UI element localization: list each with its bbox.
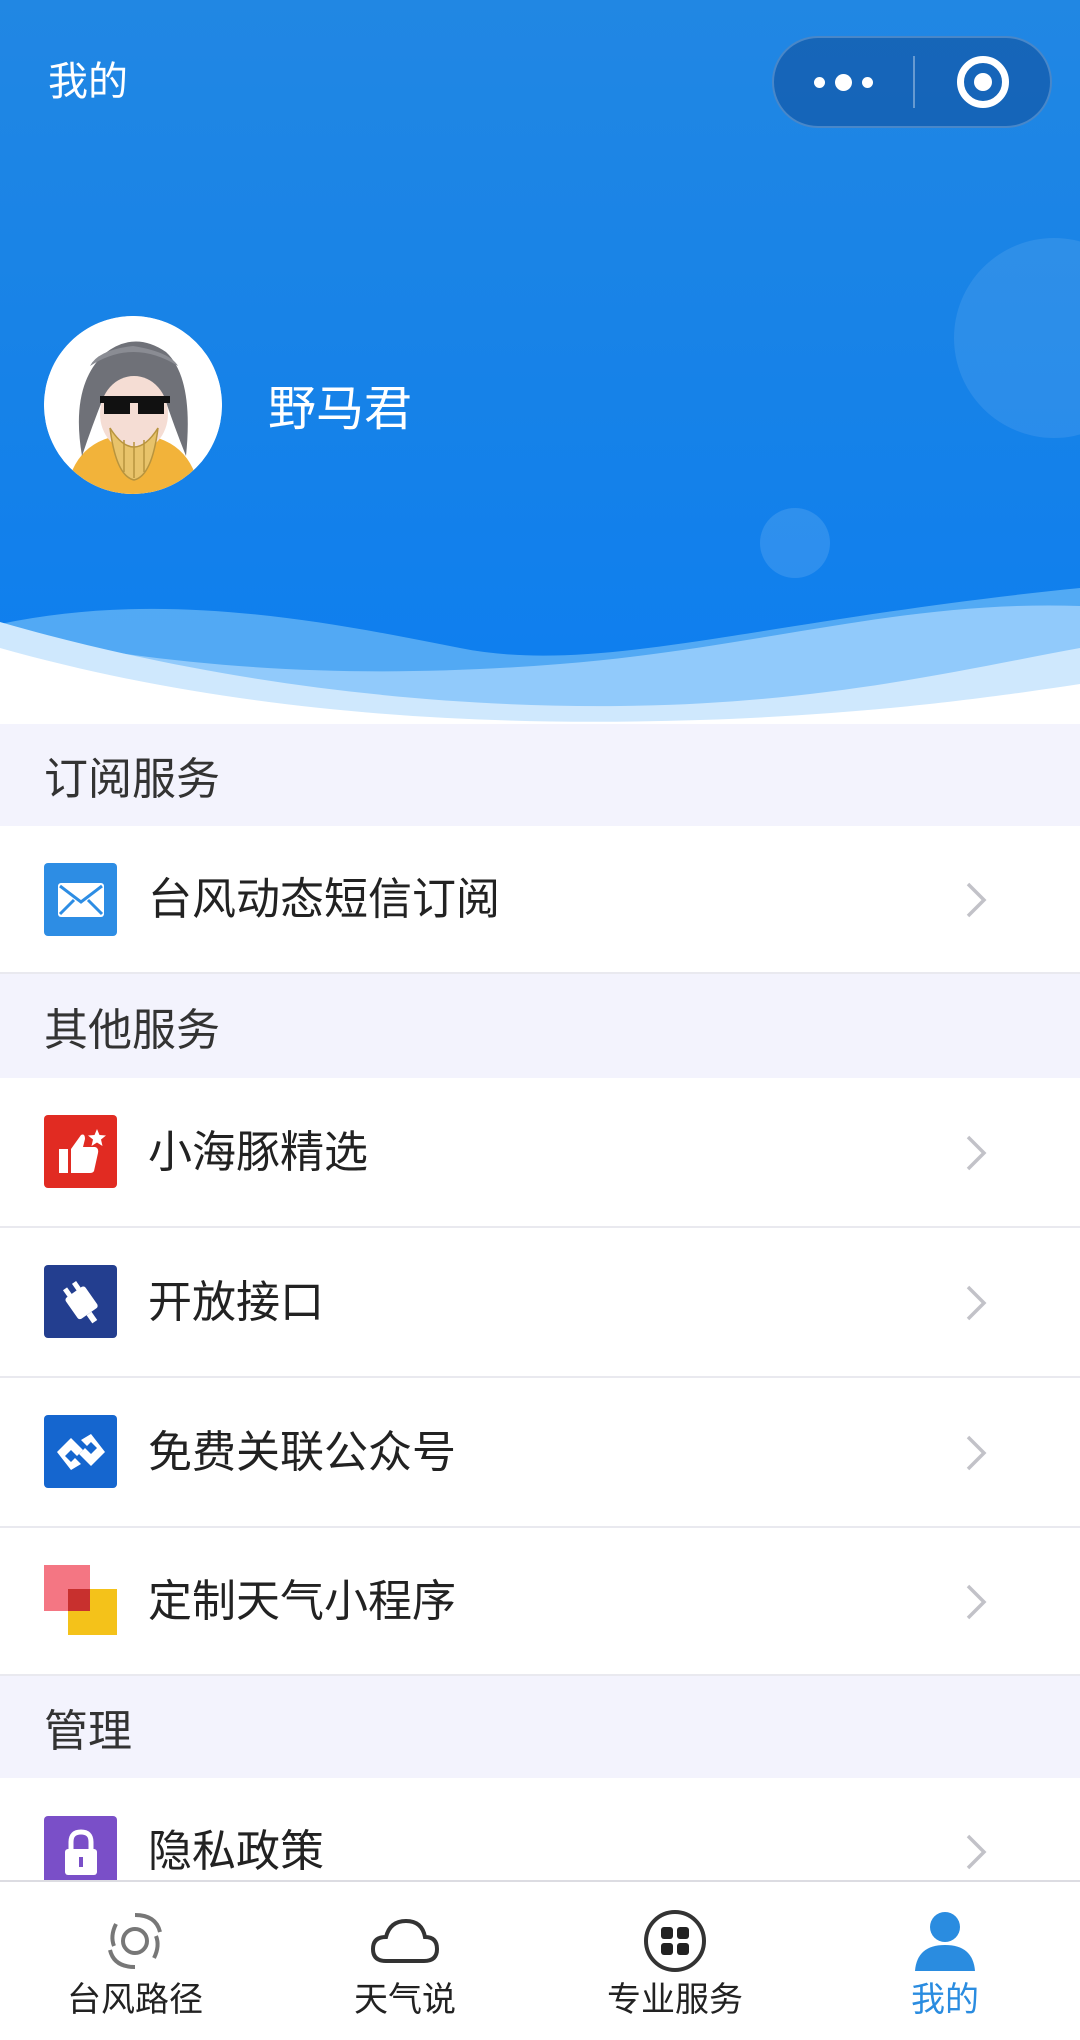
list-item-label: 定制天气小程序 — [148, 1576, 456, 1627]
tab-label: 台风路径 — [67, 1980, 203, 2020]
chevron-right-icon — [966, 1285, 987, 1321]
profile-header: 我的 野马君 — [0, 0, 1080, 724]
list-item-label: 隐私政策 — [148, 1826, 324, 1877]
typhoon-icon — [100, 1908, 170, 1974]
link-icon — [44, 1415, 117, 1488]
tab-label: 天气说 — [354, 1980, 456, 2020]
lock-icon — [44, 1816, 117, 1880]
bottom-tab-bar: 台风路径 天气说 专业服务 我的 — [0, 1880, 1080, 2040]
list-item-dolphin-selection[interactable]: 小海豚精选 — [0, 1078, 1080, 1228]
plug-icon — [44, 1265, 117, 1338]
list-item-label: 免费关联公众号 — [148, 1427, 456, 1478]
tab-professional-services[interactable]: 专业服务 — [540, 1882, 810, 2040]
envelope-icon — [44, 863, 117, 936]
grid-circle-icon — [640, 1908, 710, 1974]
list-item-link-official-account[interactable]: 免费关联公众号 — [0, 1378, 1080, 1528]
person-icon — [910, 1908, 980, 1974]
chevron-right-icon — [966, 1584, 987, 1620]
page-title: 我的 — [48, 59, 128, 105]
mini-program-capsule — [772, 36, 1052, 128]
cloud-icon — [370, 1908, 440, 1974]
tab-typhoon-path[interactable]: 台风路径 — [0, 1882, 270, 2040]
squares-icon — [44, 1565, 117, 1638]
tab-weather-talk[interactable]: 天气说 — [270, 1882, 540, 2040]
chevron-right-icon — [966, 1834, 987, 1870]
chevron-right-icon — [966, 1135, 987, 1171]
username: 野马君 — [268, 381, 413, 437]
avatar[interactable] — [44, 316, 222, 494]
section-header-other: 其他服务 — [0, 974, 1080, 1078]
thumbs-up-star-icon — [44, 1115, 117, 1188]
list-item-typhoon-sms[interactable]: 台风动态短信订阅 — [0, 826, 1080, 974]
list-item-label: 小海豚精选 — [148, 1127, 368, 1178]
tab-label: 我的 — [911, 1980, 979, 2020]
chevron-right-icon — [966, 882, 987, 918]
tab-label: 专业服务 — [607, 1980, 743, 2020]
target-close-icon[interactable] — [915, 38, 1050, 126]
more-dots-icon[interactable] — [774, 38, 913, 126]
list-item-custom-weather-app[interactable]: 定制天气小程序 — [0, 1528, 1080, 1676]
list-item-open-api[interactable]: 开放接口 — [0, 1228, 1080, 1378]
list-item-label: 开放接口 — [148, 1277, 324, 1328]
decorative-bubble — [954, 238, 1080, 438]
section-header-management: 管理 — [0, 1676, 1080, 1778]
chevron-right-icon — [966, 1435, 987, 1471]
list-item-privacy-policy[interactable]: 隐私政策 — [0, 1778, 1080, 1880]
section-header-subscription: 订阅服务 — [0, 724, 1080, 826]
list-item-label: 台风动态短信订阅 — [148, 874, 500, 925]
tab-mine[interactable]: 我的 — [810, 1882, 1080, 2040]
decorative-waves — [0, 588, 1080, 724]
